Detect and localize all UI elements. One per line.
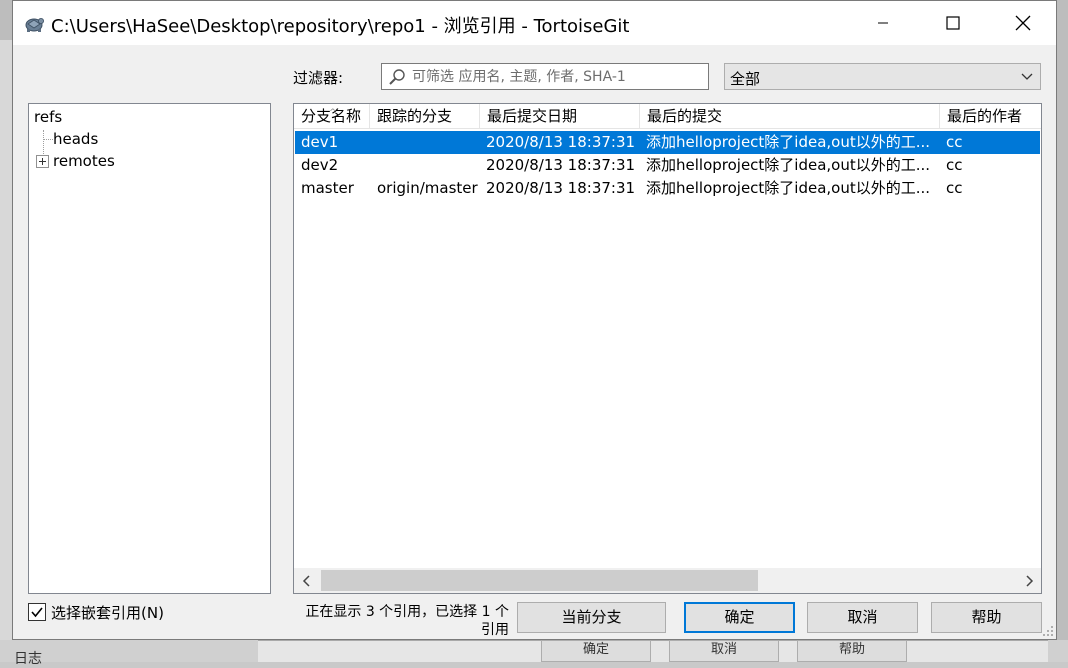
chevron-right-icon [1025,574,1033,587]
cell-date: 2020/8/13 18:37:31 [486,133,636,151]
close-icon [1015,15,1031,31]
background-cancel-button: 取消 [669,640,779,662]
table-row[interactable]: dev2 2020/8/13 18:37:31 添加helloproject除了… [295,154,1040,177]
ref-tree[interactable]: refs heads remotes [28,103,271,594]
background-bottom-panel [258,640,1048,662]
cell-branch-name: master [301,179,354,197]
tree-item-refs[interactable]: refs [34,108,62,126]
column-header-last-commit[interactable]: 最后的提交 [640,104,940,129]
cell-branch-name: dev2 [301,156,339,174]
column-header-last-author[interactable]: 最后的作者 [940,104,1041,129]
scroll-thumb[interactable] [321,570,758,591]
background-left-strip [0,40,12,662]
scroll-left-button[interactable] [294,568,319,593]
filter-scope-select[interactable]: 全部 [724,63,1041,90]
column-header-tracking[interactable]: 跟踪的分支 [370,104,480,129]
cell-author: cc [946,133,963,151]
tree-item-remotes[interactable]: remotes [53,152,115,170]
cell-tracking [371,154,481,177]
filter-search-box[interactable] [381,63,709,90]
cell-commit: 添加helloproject除了idea,out以外的工... [646,179,931,197]
nested-refs-label[interactable]: 选择嵌套引用(N) [51,602,164,623]
minimize-icon [878,22,888,24]
cell-date: 2020/8/13 18:37:31 [486,179,636,197]
tree-connector [43,139,53,140]
cell-date: 2020/8/13 18:37:31 [486,156,636,174]
status-text: 正在显示 3 个引用，已选择 1 个 引用 [269,603,509,639]
background-ok-button: 确定 [541,640,651,662]
column-header-last-commit-date[interactable]: 最后提交日期 [480,104,640,129]
cell-tracking: origin/master [377,179,478,197]
sort-caret-icon: ^ [329,108,337,118]
list-header: ^ 分支名称 跟踪的分支 最后提交日期 最后的提交 最后的作者 [294,104,1041,129]
cell-branch-name: dev1 [301,133,339,151]
nested-refs-checkbox[interactable]: 选择嵌套引用(N) [28,601,164,623]
resize-grip-icon[interactable] [1042,625,1054,637]
checkmark-icon [31,607,43,618]
cell-tracking [371,131,481,154]
minimize-button[interactable] [860,1,906,45]
cell-commit: 添加helloproject除了idea,out以外的工... [646,156,931,174]
maximize-button[interactable] [930,1,976,45]
ok-button[interactable]: 确定 [684,602,795,633]
ref-list[interactable]: ^ 分支名称 跟踪的分支 最后提交日期 最后的提交 最后的作者 dev1 202… [293,103,1042,594]
help-button[interactable]: 帮助 [931,602,1042,633]
search-input[interactable] [412,66,702,87]
scroll-right-button[interactable] [1016,568,1041,593]
chevron-down-icon [1021,73,1033,80]
cell-author: cc [946,156,963,174]
filter-label: 过滤器: [293,69,344,87]
expand-icon[interactable] [36,155,49,168]
current-branch-button[interactable]: 当前分支 [517,602,666,633]
table-row[interactable]: master origin/master 2020/8/13 18:37:31 … [295,177,1040,200]
checkbox-box[interactable] [28,603,46,621]
cell-author: cc [946,179,963,197]
tree-item-heads[interactable]: heads [53,130,98,148]
tortoisegit-icon [25,18,44,32]
search-icon [389,69,405,85]
cancel-button[interactable]: 取消 [807,602,918,633]
table-row[interactable]: dev1 2020/8/13 18:37:31 添加helloproject除了… [295,131,1040,154]
browse-references-dialog: C:\Users\HaSee\Desktop\repository\repo1 … [12,0,1057,640]
status-line-1: 正在显示 3 个引用，已选择 1 个 [305,604,509,620]
window-title: C:\Users\HaSee\Desktop\repository\repo1 … [51,16,630,37]
horizontal-scrollbar[interactable] [294,568,1041,593]
status-line-2: 引用 [481,622,509,638]
maximize-icon [946,16,960,30]
column-header-branch-name[interactable]: ^ 分支名称 [294,104,370,129]
filter-scope-value: 全部 [730,70,761,88]
background-help-button: 帮助 [797,640,907,662]
cell-commit: 添加helloproject除了idea,out以外的工... [646,133,931,151]
close-button[interactable] [1000,1,1046,45]
background-log-label: 日志 [14,651,42,667]
chevron-left-icon [302,574,310,587]
title-bar[interactable]: C:\Users\HaSee\Desktop\repository\repo1 … [13,1,1056,45]
